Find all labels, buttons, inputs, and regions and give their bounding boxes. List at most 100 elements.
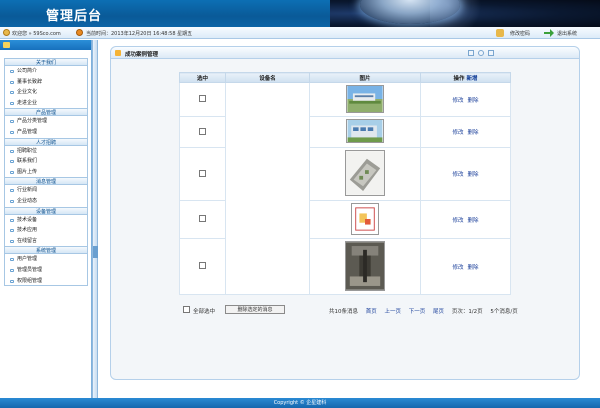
close-icon[interactable] bbox=[488, 50, 494, 56]
sidebar-item[interactable]: 在线留言 bbox=[4, 235, 88, 247]
column-name: 设备名 bbox=[225, 72, 310, 83]
row-image-cell bbox=[309, 147, 421, 201]
menu-group-title[interactable]: 人才招聘 bbox=[4, 137, 88, 146]
sidebar-item[interactable]: 企业动态 bbox=[4, 195, 88, 207]
case-thumbnail[interactable] bbox=[346, 119, 384, 143]
sidebar-item[interactable]: 图片上传 bbox=[4, 166, 88, 178]
edit-link[interactable]: 修改 bbox=[452, 218, 463, 224]
edit-link[interactable]: 修改 bbox=[452, 172, 463, 178]
case-thumbnail[interactable] bbox=[345, 240, 385, 291]
next-page-link[interactable]: 下一页 bbox=[409, 309, 426, 315]
delete-link[interactable]: 删除 bbox=[468, 265, 479, 271]
sidebar-item[interactable]: 用户管理 bbox=[4, 254, 88, 265]
sidebar-item-label: 产品管理 bbox=[17, 128, 38, 135]
case-management-panel: 成功案例管理 选中 设备名 图片 操作 新增 修改 删除 修改 删除 修改 删除… bbox=[110, 46, 580, 380]
item-icon bbox=[10, 239, 14, 243]
last-page-link[interactable]: 尾页 bbox=[433, 309, 444, 315]
sidebar-item-label: 走进企业 bbox=[17, 99, 38, 106]
add-link[interactable]: 新增 bbox=[466, 76, 477, 82]
delete-link[interactable]: 删除 bbox=[468, 172, 479, 178]
item-icon bbox=[10, 189, 14, 193]
sidebar-item-label: 产品分类管理 bbox=[17, 118, 48, 125]
sidebar-item[interactable]: 招聘职位 bbox=[4, 145, 88, 157]
sidebar-item[interactable]: 产品管理 bbox=[4, 126, 88, 138]
exit-icon[interactable] bbox=[544, 29, 554, 37]
menu-group-title[interactable]: 产品管理 bbox=[4, 108, 88, 117]
delete-link[interactable]: 删除 bbox=[468, 218, 479, 224]
user-icon bbox=[3, 29, 10, 36]
menu-group-title[interactable]: 消息管理 bbox=[4, 177, 88, 186]
sidebar-item[interactable]: 权限组管理 bbox=[4, 275, 88, 287]
item-icon bbox=[10, 199, 14, 203]
item-icon bbox=[10, 120, 14, 124]
logout-link[interactable]: 退出系统 bbox=[557, 30, 577, 37]
sidebar-item[interactable]: 企业文化 bbox=[4, 87, 88, 98]
total-count: 共10条消息 bbox=[329, 309, 358, 315]
item-icon bbox=[10, 258, 14, 262]
row-checkbox[interactable] bbox=[199, 215, 206, 222]
sidebar-item[interactable]: 技术设备 bbox=[4, 214, 88, 226]
row-image-cell bbox=[309, 200, 421, 239]
table-row: 修改 删除 bbox=[179, 238, 511, 295]
case-thumbnail[interactable] bbox=[345, 150, 385, 196]
refresh-icon[interactable] bbox=[478, 50, 484, 56]
per-page: 5个消息/页 bbox=[490, 309, 518, 315]
table-row: 修改 删除 bbox=[179, 82, 511, 117]
menu-group-title[interactable]: 系统管理 bbox=[4, 246, 88, 255]
menu-group-title[interactable]: 设备管理 bbox=[4, 206, 88, 215]
column-select: 选中 bbox=[179, 72, 226, 83]
first-page-link[interactable]: 首页 bbox=[366, 309, 377, 315]
table-row: 修改 删除 bbox=[179, 147, 511, 201]
row-name-cell bbox=[225, 238, 310, 295]
minimize-icon[interactable] bbox=[468, 50, 474, 56]
item-icon bbox=[10, 229, 14, 233]
prev-page-link[interactable]: 上一页 bbox=[385, 309, 402, 315]
row-checkbox[interactable] bbox=[199, 169, 206, 177]
select-all-checkbox[interactable] bbox=[183, 306, 190, 313]
item-icon bbox=[10, 70, 14, 73]
sidebar-item[interactable]: 技术应用 bbox=[4, 225, 88, 236]
item-icon bbox=[10, 268, 14, 272]
sidebar-item[interactable]: 董事长致辞 bbox=[4, 76, 88, 88]
row-action-cell: 修改 删除 bbox=[420, 82, 511, 117]
row-name-cell bbox=[225, 147, 310, 201]
delete-selected-button[interactable]: 删除选定的消息 bbox=[225, 305, 285, 314]
edit-link[interactable]: 修改 bbox=[452, 130, 463, 136]
pagination: 共10条消息 首页 上一页 下一页 尾页 页次：1/2页 5个消息/页 bbox=[329, 307, 524, 315]
sidebar-item-label: 企业动态 bbox=[17, 197, 38, 204]
sidebar-menu: 关于我们 公司简介 董事长致辞 企业文化 走进企业 产品管理 产品分类管理 产品… bbox=[4, 58, 88, 287]
sidebar-item[interactable]: 走进企业 bbox=[4, 97, 88, 109]
item-icon bbox=[10, 160, 14, 164]
item-icon bbox=[10, 80, 14, 84]
row-checkbox[interactable] bbox=[199, 95, 206, 102]
row-checkbox[interactable] bbox=[199, 127, 206, 135]
banner-glow bbox=[430, 0, 490, 27]
sidebar-item-label: 招聘职位 bbox=[17, 147, 38, 154]
change-password-link[interactable]: 修改密码 bbox=[510, 30, 530, 37]
column-image: 图片 bbox=[309, 72, 421, 83]
sidebar-item[interactable]: 行业新闻 bbox=[4, 185, 88, 196]
sidebar-splitter[interactable] bbox=[92, 40, 98, 398]
key-icon[interactable] bbox=[496, 29, 504, 37]
row-image-cell bbox=[309, 82, 421, 117]
case-thumbnail[interactable] bbox=[346, 84, 384, 113]
row-action-cell: 修改 删除 bbox=[420, 238, 511, 295]
item-icon bbox=[10, 218, 14, 222]
sidebar-item[interactable]: 管理员管理 bbox=[4, 264, 88, 276]
row-select-cell bbox=[179, 116, 226, 148]
sidebar-item[interactable]: 联系我们 bbox=[4, 156, 88, 167]
delete-link[interactable]: 删除 bbox=[468, 130, 479, 136]
row-checkbox[interactable] bbox=[199, 262, 206, 269]
edit-link[interactable]: 修改 bbox=[452, 265, 463, 271]
sidebar-item[interactable]: 公司简介 bbox=[4, 66, 88, 77]
edit-link[interactable]: 修改 bbox=[452, 98, 463, 104]
sidebar-item[interactable]: 产品分类管理 bbox=[4, 116, 88, 127]
case-thumbnail[interactable] bbox=[351, 202, 379, 235]
row-name-cell bbox=[225, 116, 310, 148]
menu-group-title[interactable]: 关于我们 bbox=[4, 58, 88, 66]
clock-icon bbox=[76, 29, 83, 36]
delete-link[interactable]: 删除 bbox=[468, 98, 479, 104]
collapse-handle[interactable] bbox=[93, 246, 98, 258]
select-all-label[interactable]: 全部选中 bbox=[193, 307, 215, 315]
row-name-cell bbox=[225, 82, 310, 117]
